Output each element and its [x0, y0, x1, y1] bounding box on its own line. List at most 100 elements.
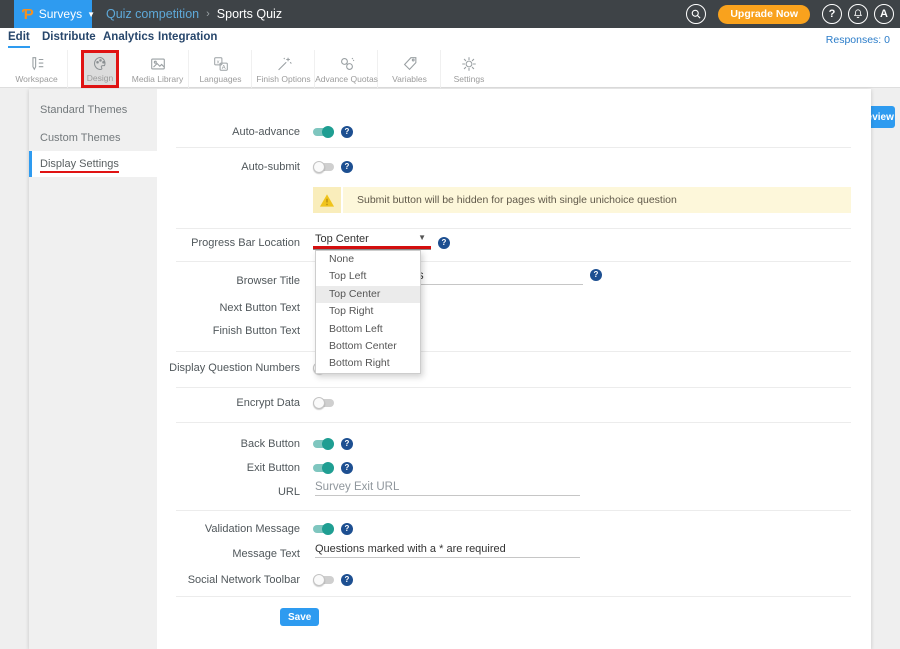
- toolbar-item-label: Languages: [199, 74, 241, 84]
- dropdown-option-bottom-center[interactable]: Bottom Center: [316, 338, 420, 355]
- toolbar-item-advance-quotas[interactable]: Advance Quotas: [316, 50, 378, 88]
- breadcrumb: Quiz competition › Sports Quiz: [106, 0, 282, 28]
- help-icon[interactable]: ?: [590, 269, 602, 281]
- dropdown-option-none[interactable]: None: [316, 251, 420, 268]
- avatar[interactable]: A: [874, 4, 894, 24]
- auto-submit-toggle[interactable]: [313, 161, 334, 173]
- exit-url-label: URL: [157, 485, 300, 499]
- help-icon[interactable]: ?: [822, 4, 842, 24]
- toolbar-item-label: Finish Options: [256, 74, 310, 84]
- divider: [176, 422, 851, 423]
- dropdown-option-top-right[interactable]: Top Right: [316, 303, 420, 320]
- progress-bar-location-select[interactable]: Top Center ▼: [315, 229, 430, 245]
- design-settings-card: Standard Themes Custom Themes Display Se…: [29, 89, 871, 649]
- workspace-icon: [28, 55, 46, 73]
- toolbar-item-languages[interactable]: xA Languages: [190, 50, 252, 88]
- toolbar-item-media-library[interactable]: Media Library: [127, 50, 189, 88]
- toolbar-item-variables[interactable]: Variables: [379, 50, 441, 88]
- advance-quotas-icon: [338, 55, 356, 73]
- social-network-toolbar-toggle[interactable]: [313, 574, 334, 586]
- sidebar-item-standard-themes[interactable]: Standard Themes: [29, 97, 157, 123]
- progress-bar-location-label: Progress Bar Location: [157, 236, 300, 250]
- dropdown-option-top-left[interactable]: Top Left: [316, 268, 420, 285]
- help-icon[interactable]: ?: [341, 523, 353, 535]
- auto-submit-label: Auto-submit: [157, 160, 300, 174]
- exit-button-label: Exit Button: [157, 461, 300, 475]
- toolbar-item-settings[interactable]: Settings: [438, 50, 500, 88]
- chevron-down-icon: ▼: [87, 10, 95, 19]
- tab-distribute[interactable]: Distribute: [42, 31, 96, 46]
- toolbar-item-label: Workspace: [15, 74, 57, 84]
- bell-icon[interactable]: [848, 4, 868, 24]
- topbar: Ƥ Surveys ▼ Quiz competition › Sports Qu…: [0, 0, 900, 28]
- exit-button-toggle[interactable]: [313, 462, 334, 474]
- validation-message-label: Validation Message: [157, 522, 300, 536]
- help-icon[interactable]: ?: [341, 438, 353, 450]
- help-icon[interactable]: ?: [341, 574, 353, 586]
- divider: [176, 261, 851, 262]
- selected-value: Top Center: [315, 233, 369, 245]
- sidebar-item-label: Standard Themes: [40, 104, 127, 116]
- finish-options-icon: [275, 55, 293, 73]
- finish-button-text-label: Finish Button Text: [157, 324, 300, 338]
- svg-text:x: x: [216, 59, 219, 65]
- toolbar-item-finish-options[interactable]: Finish Options: [253, 50, 315, 88]
- product-label: Surveys: [39, 7, 82, 21]
- svg-text:A: A: [221, 65, 225, 71]
- languages-icon: xA: [212, 55, 230, 73]
- questionpro-logo-icon: Ƥ: [22, 7, 34, 22]
- topbar-actions: Upgrade Now ? A: [686, 0, 894, 28]
- toolbar-item-label: Advance Quotas: [315, 74, 378, 84]
- sidebar-item-display-settings[interactable]: Display Settings: [29, 151, 157, 177]
- divider: [176, 510, 851, 511]
- auto-submit-warning: Submit button will be hidden for pages w…: [313, 187, 851, 213]
- next-button-text-label: Next Button Text: [157, 301, 300, 315]
- encrypt-data-label: Encrypt Data: [157, 396, 300, 410]
- divider: [176, 596, 851, 597]
- search-icon[interactable]: [686, 4, 706, 24]
- breadcrumb-survey-name: Sports Quiz: [217, 7, 282, 21]
- tab-edit[interactable]: Edit: [8, 31, 30, 48]
- settings-icon: [460, 55, 478, 73]
- warning-text: Submit button will be hidden for pages w…: [343, 187, 851, 213]
- breadcrumb-folder[interactable]: Quiz competition: [106, 7, 199, 21]
- sidebar-item-label: Custom Themes: [40, 132, 121, 144]
- help-icon[interactable]: ?: [341, 462, 353, 474]
- toolbar-item-label: Design: [87, 73, 113, 83]
- validation-message-toggle[interactable]: [313, 523, 334, 535]
- help-icon[interactable]: ?: [341, 161, 353, 173]
- surveys-product-switcher[interactable]: Ƥ Surveys ▼: [14, 0, 92, 28]
- upgrade-now-button[interactable]: Upgrade Now: [718, 5, 810, 24]
- dropdown-option-bottom-left[interactable]: Bottom Left: [316, 321, 420, 338]
- variables-icon: [401, 55, 419, 73]
- dropdown-option-bottom-right[interactable]: Bottom Right: [316, 355, 420, 372]
- auto-advance-label: Auto-advance: [157, 125, 300, 139]
- encrypt-data-toggle[interactable]: [313, 397, 334, 409]
- save-button[interactable]: Save: [280, 608, 319, 626]
- dropdown-option-top-center[interactable]: Top Center: [316, 286, 420, 303]
- breadcrumb-separator: ›: [206, 8, 210, 20]
- help-icon[interactable]: ?: [438, 237, 450, 249]
- chevron-down-icon: ▼: [418, 233, 426, 242]
- survey-nav: Edit Distribute Analytics Integration Re…: [0, 28, 900, 50]
- divider: [176, 387, 851, 388]
- sidebar-item-custom-themes[interactable]: Custom Themes: [29, 125, 157, 151]
- toolbar-item-label: Settings: [454, 74, 485, 84]
- exit-url-input[interactable]: [315, 479, 580, 496]
- back-button-toggle[interactable]: [313, 438, 334, 450]
- browser-title-label: Browser Title: [157, 274, 300, 288]
- toolbar-item-design[interactable]: Design: [81, 50, 119, 88]
- back-button-label: Back Button: [157, 437, 300, 451]
- message-text-label: Message Text: [157, 547, 300, 561]
- message-text-input[interactable]: [315, 541, 580, 558]
- divider: [176, 228, 851, 229]
- divider: [176, 147, 851, 148]
- toolbar-item-workspace[interactable]: Workspace: [6, 50, 68, 88]
- social-network-toolbar-label: Social Network Toolbar: [157, 573, 300, 587]
- sidebar-item-label: Display Settings: [40, 158, 119, 173]
- tab-analytics[interactable]: Analytics: [103, 31, 154, 46]
- auto-advance-toggle[interactable]: [313, 126, 334, 138]
- tab-integration[interactable]: Integration: [158, 31, 217, 46]
- help-icon[interactable]: ?: [341, 126, 353, 138]
- display-question-numbers-label: Display Question Numbers: [157, 361, 300, 375]
